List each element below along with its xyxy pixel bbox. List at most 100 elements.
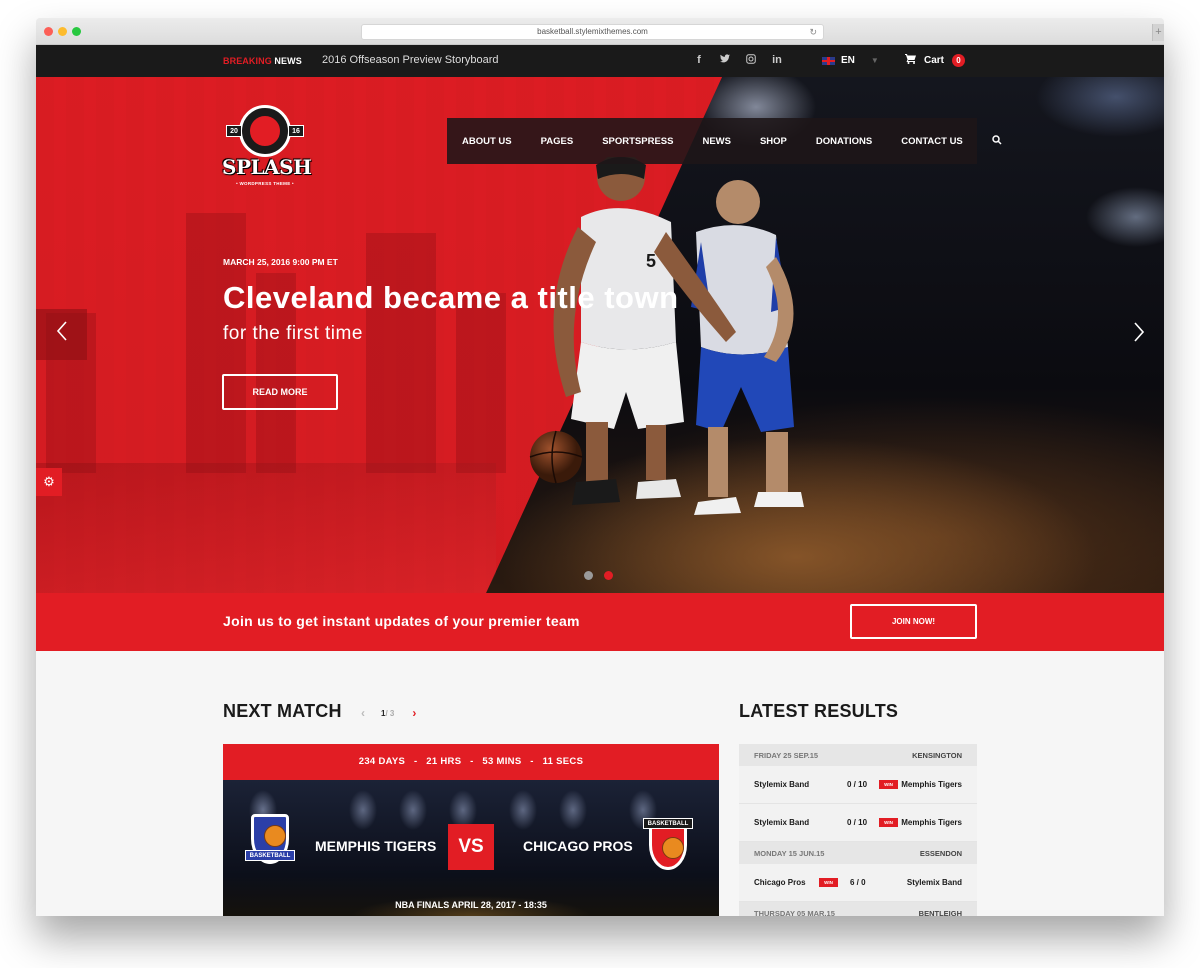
linkedin-icon[interactable]: in [772,54,782,67]
slide-title: Cleveland became a title town [223,280,679,315]
result-row[interactable]: Chicago Pros WIN 6 / 0 Stylemix Band [739,864,977,902]
social-links: f in [694,54,782,67]
result-home-team: Stylemix Band [754,780,810,789]
top-bar: BREAKING NEWS 2016 Offseason Preview Sto… [36,45,1164,77]
result-date: FRIDAY 25 SEP.15 [754,750,819,760]
chevron-down-icon: ▼ [870,56,879,65]
language-label: EN [841,55,855,66]
window-controls [44,27,81,36]
slide-dot-2-active[interactable] [604,571,613,580]
logo-name: SPLASH [222,155,312,179]
home-badge-label: BASKETBALL [245,850,295,861]
news-ticker-link[interactable]: 2016 Offseason Preview Storyboard [322,54,499,66]
pager-total: / 3 [385,708,395,718]
basketball-icon [248,114,282,148]
address-bar[interactable]: basketball.stylemixthemes.com ↻ [361,24,824,40]
hero-slider: 5 20 16 SPLASH • WORDPRESS THEME • ABOUT… [36,77,1164,593]
svg-text:5: 5 [646,251,656,271]
nav-item-about-us[interactable]: ABOUT US [462,136,512,147]
read-more-button[interactable]: READ MORE [222,374,338,410]
browser-toolbar: basketball.stylemixthemes.com ↻ + [36,18,1164,45]
search-icon[interactable] [992,134,1002,148]
maximize-window-button[interactable] [72,27,81,36]
breaking-news-label: BREAKING NEWS [223,56,302,66]
close-window-button[interactable] [44,27,53,36]
result-date: THURSDAY 05 MAR.15 [754,908,835,917]
vs-badge: VS [448,824,494,870]
main-nav: ABOUT US PAGES SPORTSPRESS NEWS SHOP DON… [447,118,1002,164]
slide-date: MARCH 25, 2016 9:00 PM ET [223,257,338,267]
slider-pagination [584,571,613,580]
cart-button[interactable]: Cart 0 [905,54,966,67]
result-away-team: Memphis Tigers [901,818,962,827]
splash-logo[interactable]: 20 16 SPLASH • WORDPRESS THEME • [222,99,312,189]
join-now-button[interactable]: JOIN NOW! [850,604,977,639]
breaking-label-red: BREAKING [223,56,272,66]
latest-results-heading: LATEST RESULTS [739,701,899,721]
result-venue: ESSENDON [919,848,962,858]
pager-prev-button[interactable]: ‹ [361,706,365,720]
result-row[interactable]: Stylemix Band 0 / 10 WIN Memphis Tigers [739,766,977,804]
result-venue: KENSINGTON [912,750,962,760]
url-text: basketball.stylemixthemes.com [537,27,648,36]
slider-next-button[interactable] [1124,317,1154,352]
home-team-name[interactable]: MEMPHIS TIGERS [315,838,436,854]
result-home-team: Chicago Pros [754,878,806,887]
away-badge-label: BASKETBALL [643,818,693,829]
result-score: 0 / 10 [847,780,868,789]
nav-item-pages[interactable]: PAGES [541,136,574,147]
logo-tagline: • WORDPRESS THEME • [236,181,294,186]
new-tab-button[interactable]: + [1152,24,1164,41]
match-countdown: 234 DAYS - 21 HRS - 53 MINS - 11 SECS [223,744,719,780]
win-badge: WIN [879,780,898,789]
cart-count-badge: 0 [952,54,966,67]
join-banner: Join us to get instant updates of your p… [36,593,1164,651]
result-score: 0 / 10 [847,818,868,827]
next-match-pager: ‹ 1 / 3 › [361,706,416,720]
result-row[interactable]: Stylemix Band 0 / 10 WIN Memphis Tigers [739,804,977,842]
pager-next-button[interactable]: › [412,706,416,720]
match-card[interactable]: BASKETBALL MEMPHIS TIGERS VS CHICAGO PRO… [223,780,719,916]
memphis-tigers-logo: BASKETBALL [245,814,295,876]
settings-gear-button[interactable]: ⚙ [36,468,62,496]
nav-item-shop[interactable]: SHOP [760,136,787,147]
match-info: NBA FINALS APRIL 28, 2017 - 18:35 [395,900,547,910]
reload-icon[interactable]: ↻ [809,25,817,39]
result-home-team: Stylemix Band [754,818,810,827]
win-badge: WIN [879,818,898,827]
language-selector[interactable]: EN ▼ [822,55,879,66]
twitter-icon[interactable] [720,54,730,67]
next-match-heading: NEXT MATCH [223,701,342,721]
results-list: FRIDAY 25 SEP.15 KENSINGTON Stylemix Ban… [739,744,977,916]
result-group-header: FRIDAY 25 SEP.15 KENSINGTON [739,744,977,766]
minimize-window-button[interactable] [58,27,67,36]
slider-prev-button[interactable] [36,309,87,360]
gear-icon: ⚙ [43,474,55,489]
logo-badge [239,105,291,157]
result-away-team: Memphis Tigers [901,780,962,789]
nav-item-sportspress[interactable]: SPORTSPRESS [602,136,673,147]
result-group-header: THURSDAY 05 MAR.15 BENTLEIGH [739,902,977,916]
instagram-icon[interactable] [746,54,756,67]
basketball-players-image: 5 [529,157,804,515]
chicago-pros-logo: BASKETBALL [643,814,693,876]
cart-icon [905,54,916,67]
browser-window: basketball.stylemixthemes.com ↻ + BREAKI… [36,18,1164,916]
uk-flag-icon [822,56,835,65]
result-away-team: Stylemix Band [906,878,962,887]
chevron-left-icon [56,321,67,341]
nav-item-contact-us[interactable]: CONTACT US [901,136,963,147]
cart-label: Cart [924,55,945,66]
nav-item-news[interactable]: NEWS [702,136,731,147]
result-date: MONDAY 15 JUN.15 [754,848,825,858]
result-score: 6 / 0 [850,878,866,887]
slide-subtitle: for the first time [223,323,363,344]
facebook-icon[interactable]: f [694,54,704,67]
result-group-header: MONDAY 15 JUN.15 ESSENDON [739,842,977,864]
away-team-name[interactable]: CHICAGO PROS [523,838,633,854]
win-badge: WIN [819,878,838,887]
logo-year-right: 16 [288,125,304,137]
slide-dot-1[interactable] [584,571,593,580]
breaking-label-white: NEWS [274,56,302,66]
nav-item-donations[interactable]: DONATIONS [816,136,872,147]
